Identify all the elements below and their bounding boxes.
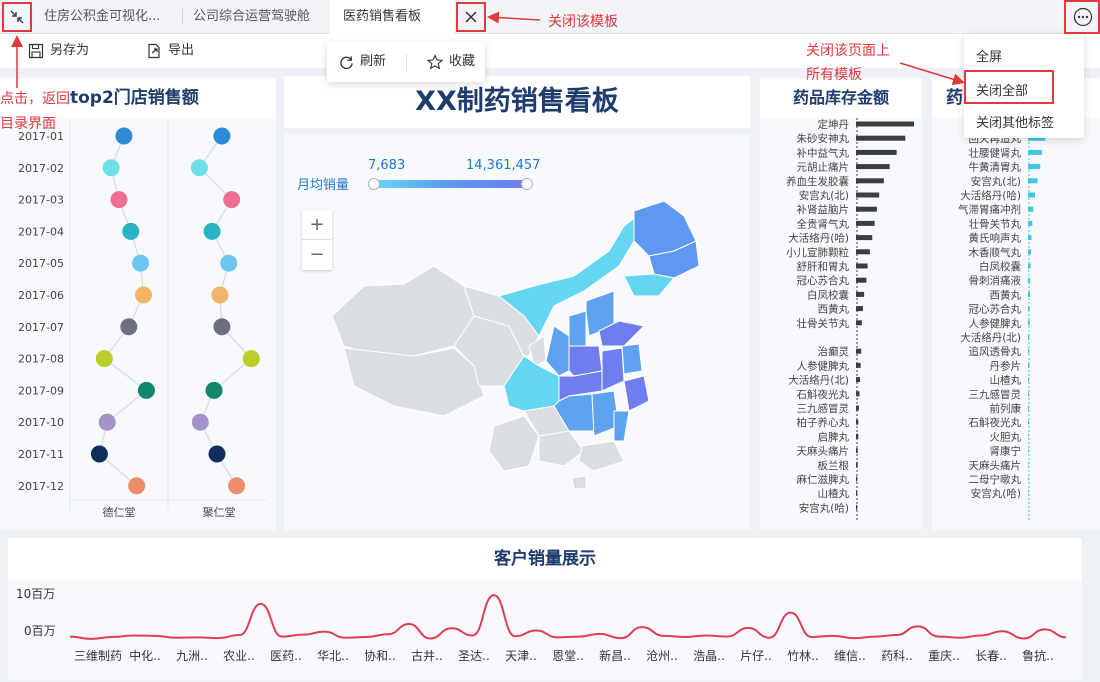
- annotation-close-all-1: 关闭该页面上: [806, 43, 890, 59]
- annotation-close-template: 关闭该模板: [548, 14, 618, 30]
- annotation-back-2: 目录界面: [0, 116, 56, 132]
- annotation-close-all-2: 所有模板: [806, 67, 862, 83]
- annotation-arrows: [11, 11, 965, 90]
- annotation-back-1: 点击，返回: [0, 88, 70, 108]
